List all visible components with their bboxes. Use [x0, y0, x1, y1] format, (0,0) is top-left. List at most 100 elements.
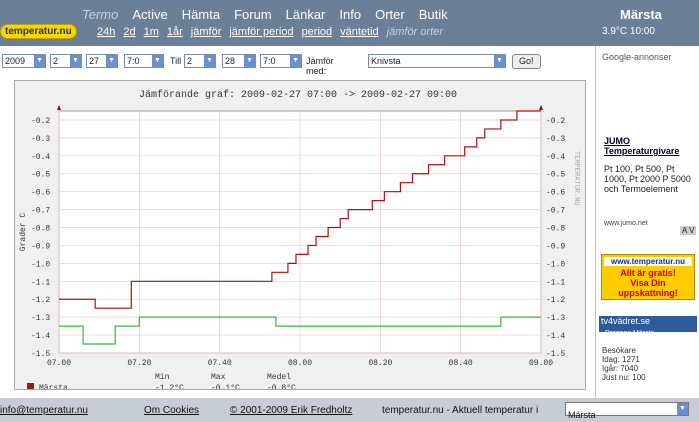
y-axis-label: Grader C — [19, 213, 28, 252]
y-tick-label-left: -0.8 — [31, 225, 50, 234]
stats-today: Idag: 1271 — [602, 355, 640, 364]
banner-site: www.temperatur.nu — [604, 257, 692, 266]
from-month-select[interactable]: 2 ▼ — [50, 54, 82, 68]
subnav-item[interactable]: 24h — [97, 26, 115, 38]
x-tick-label: 08.40 — [449, 359, 473, 368]
stats-yesterday: Igår: 7040 — [602, 364, 639, 373]
site-logo[interactable]: temperatur.nu — [0, 24, 77, 39]
nav-item-forum[interactable]: Forum — [234, 7, 272, 22]
subnav-item[interactable]: jämför — [191, 26, 222, 38]
sidebar: Google-annonser JUMO Temperaturgivare Pt… — [595, 46, 699, 398]
y-tick-label-left: -0.5 — [31, 171, 50, 180]
y-tick-label-right: -1.2 — [546, 296, 565, 305]
cookies-link[interactable]: Om Cookies — [144, 405, 199, 416]
subnav-item[interactable]: jämför period — [229, 26, 293, 38]
chevron-down-icon: ▼ — [106, 55, 117, 67]
y-tick-label-left: -0.2 — [31, 117, 50, 126]
y-axis-arrow-right — [539, 105, 543, 110]
banner-line3: uppskattning! — [618, 288, 678, 298]
from-year-select[interactable]: 2009 ▼ — [2, 54, 46, 68]
subnav-item[interactable]: väntetid — [340, 26, 379, 38]
chevron-down-icon: ▼ — [290, 55, 301, 67]
y-tick-label-right: -0.6 — [546, 189, 565, 198]
email-link[interactable]: info@temperatur.nu — [0, 405, 88, 416]
chevron-down-icon: ▼ — [677, 403, 688, 415]
nav-item-termo[interactable]: Termo — [82, 7, 118, 22]
subnav-item[interactable]: 2d — [123, 26, 135, 38]
legend-label: Märsta — [39, 384, 68, 389]
nav-item-active[interactable]: Active — [132, 7, 167, 22]
chevron-down-icon: ▼ — [244, 55, 255, 67]
main-content: 2009 ▼ 2 ▼ 27 ▼ 7:0 ▼ Till 2 ▼ 28 ▼ 7:0 ▼ Jämfö… — [0, 46, 595, 403]
compare-label: Jämför med: — [306, 56, 334, 76]
ad-nav-arrows[interactable]: A V — [680, 226, 697, 235]
copyright-link[interactable]: © 2001-2009 Erik Fredholtz — [230, 405, 352, 416]
chevron-down-icon: ▼ — [204, 55, 215, 67]
y-tick-label-right: -0.5 — [546, 171, 565, 180]
from-day-select[interactable]: 27 ▼ — [86, 54, 118, 68]
location-select-value: Märsta — [568, 410, 596, 420]
chevron-down-icon: ▼ — [34, 55, 45, 67]
main-nav: Termo Active Hämta Forum Länkar Info Orter Buti… — [82, 7, 462, 22]
y-tick-label-right: -1.1 — [546, 278, 565, 287]
subnav-item[interactable]: period — [302, 26, 333, 38]
legend-mean: -0.8°C — [267, 384, 296, 389]
legend-header: Min — [155, 373, 170, 382]
tv4-weather-link[interactable]: tv4vädret.se Prognos Märsta — [599, 316, 697, 337]
nav-item-orter[interactable]: Orter — [375, 7, 405, 22]
x-tick-label: 08.20 — [368, 359, 392, 368]
from-hour-value: 7:0 — [127, 56, 140, 66]
y-tick-label-right: -0.7 — [546, 207, 565, 216]
tv4-subtitle: Prognos Märsta — [605, 330, 655, 337]
banner-line2: Visa Din — [630, 278, 666, 288]
y-tick-label-left: -0.9 — [31, 242, 50, 251]
subnav-item[interactable]: 1m — [144, 26, 159, 38]
location-temp: 3.9°C 10:00 — [602, 26, 655, 37]
to-month-select[interactable]: 2 ▼ — [184, 54, 216, 68]
y-tick-label-left: -1.5 — [31, 350, 50, 359]
to-month-value: 2 — [187, 56, 193, 66]
chevron-down-icon: ▼ — [70, 55, 81, 67]
legend-min: -1.2°C — [155, 384, 184, 389]
ad-panel: Google-annonser JUMO Temperaturgivare Pt… — [596, 46, 699, 242]
y-axis-arrow — [57, 105, 61, 110]
legend-swatch — [27, 383, 34, 390]
y-tick-label-right: -0.3 — [546, 135, 565, 144]
chevron-down-icon: ▼ — [494, 55, 505, 67]
compare-select[interactable]: Knivsta ▼ — [368, 54, 506, 68]
visitor-stats: Besökare Idag: 1271 Igår: 7040 Just nu: … — [602, 346, 646, 382]
legend-max: -0.1°C — [211, 384, 240, 389]
to-label: Till — [170, 56, 182, 66]
compare-value: Knivsta — [371, 56, 401, 66]
y-tick-label-right: -0.9 — [546, 242, 565, 251]
x-tick-label: 07.00 — [47, 359, 71, 368]
x-tick-label: 07.40 — [208, 359, 232, 368]
ad-title[interactable]: JUMO Temperaturgivare — [604, 136, 679, 156]
chevron-down-icon: ▼ — [152, 55, 163, 67]
x-tick-label: 07.20 — [127, 359, 151, 368]
y-tick-label-right: -1.0 — [546, 260, 565, 269]
nav-item-butik[interactable]: Butik — [419, 7, 448, 22]
nav-item-hämta[interactable]: Hämta — [182, 7, 220, 22]
stats-now: Just nu: 100 — [602, 373, 646, 382]
go-button[interactable]: Go! — [512, 54, 541, 69]
y-tick-label-right: -0.4 — [546, 153, 565, 162]
subnav-item[interactable]: 1år — [167, 26, 183, 38]
from-year-value: 2009 — [5, 56, 26, 66]
sub-nav: 24h 2d 1m 1år jämför jämför period period vänte… — [97, 26, 451, 38]
subnav-item[interactable]: jämför orter — [387, 26, 443, 38]
y-tick-label-right: -1.3 — [546, 314, 565, 323]
chart-svg: -0.2 -0.2 -0.3 -0.3 -0.4 -0.4 -0.5 -0.5 -0.6 -0.6… — [19, 89, 580, 403]
y-tick-label-left: -1.4 — [31, 332, 50, 341]
nav-item-info[interactable]: Info — [339, 7, 361, 22]
nav-item-länkar[interactable]: Länkar — [286, 7, 326, 22]
to-day-select[interactable]: 28 ▼ — [222, 54, 256, 68]
to-hour-select[interactable]: 7:0 ▼ — [260, 54, 302, 68]
location-select[interactable]: Märsta ▼ — [565, 402, 689, 420]
footer-text: temperatur.nu - Aktuell temperatur i — [382, 405, 539, 416]
ad-url[interactable]: www.jumo.net — [604, 220, 648, 227]
from-hour-select[interactable]: 7:0 ▼ — [124, 54, 164, 68]
donate-banner[interactable]: www.temperatur.nu Allt är gratis! Visa D… — [601, 254, 695, 300]
y-tick-label-right: -0.8 — [546, 225, 565, 234]
ad-title-line1: JUMO — [604, 136, 631, 146]
